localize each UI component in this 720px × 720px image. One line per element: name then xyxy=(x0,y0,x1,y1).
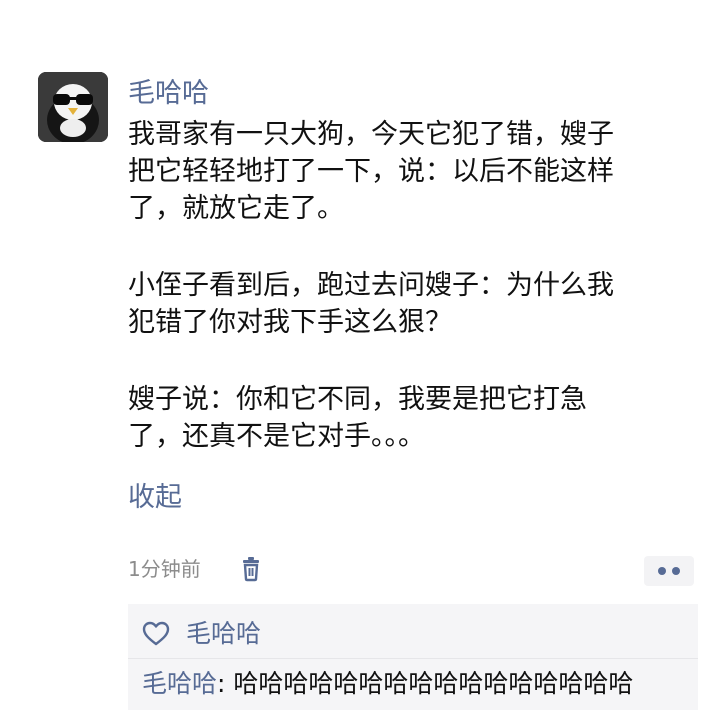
delete-button[interactable] xyxy=(237,555,265,583)
more-dots-icon xyxy=(658,567,680,575)
post-text-line: 我哥家有一只大狗，今天它犯了错，嫂子 xyxy=(128,119,614,150)
moment-page: 毛哈哈 我哥家有一只大狗，今天它犯了错，嫂子 把它轻轻地打了一下，说：以后不能这… xyxy=(0,0,720,720)
post-text-line: 嫂子说：你和它不同，我要是把它打急 xyxy=(128,384,587,415)
penguin-avatar-icon xyxy=(38,72,108,142)
avatar[interactable] xyxy=(38,72,108,142)
post-text-line: 了，就放它走了。 xyxy=(128,193,344,224)
comment-text: 哈哈哈哈哈哈哈哈哈哈哈哈哈哈哈哈 xyxy=(233,669,634,698)
post-text-line: 把它轻轻地打了一下，说：以后不能这样 xyxy=(128,156,614,187)
more-button[interactable] xyxy=(644,556,694,586)
likes-row: 毛哈哈 xyxy=(142,614,261,654)
trash-icon xyxy=(243,557,259,582)
divider xyxy=(128,658,698,659)
heart-icon xyxy=(142,621,170,646)
post-text-line: 犯错了你对我下手这么狠？ xyxy=(128,307,452,338)
post-content: 我哥家有一只大狗，今天它犯了错，嫂子 把它轻轻地打了一下，说：以后不能这样 了，… xyxy=(128,116,698,455)
post-timestamp: 1分钟前 xyxy=(128,557,201,581)
interaction-panel: 毛哈哈 毛哈哈: 哈哈哈哈哈哈哈哈哈哈哈哈哈哈哈哈 xyxy=(128,604,698,710)
post-text-line: 小侄子看到后，跑过去问嫂子：为什么我 xyxy=(128,270,614,301)
comment-item[interactable]: 毛哈哈: 哈哈哈哈哈哈哈哈哈哈哈哈哈哈哈哈 xyxy=(142,666,633,702)
post-text-line: 了，还真不是它对手。。。 xyxy=(128,421,425,452)
like-user-name[interactable]: 毛哈哈 xyxy=(186,616,261,652)
comment-separator: : xyxy=(217,669,234,698)
collapse-link[interactable]: 收起 xyxy=(128,478,182,518)
post-author[interactable]: 毛哈哈 xyxy=(128,74,209,114)
comment-author[interactable]: 毛哈哈 xyxy=(142,669,217,698)
